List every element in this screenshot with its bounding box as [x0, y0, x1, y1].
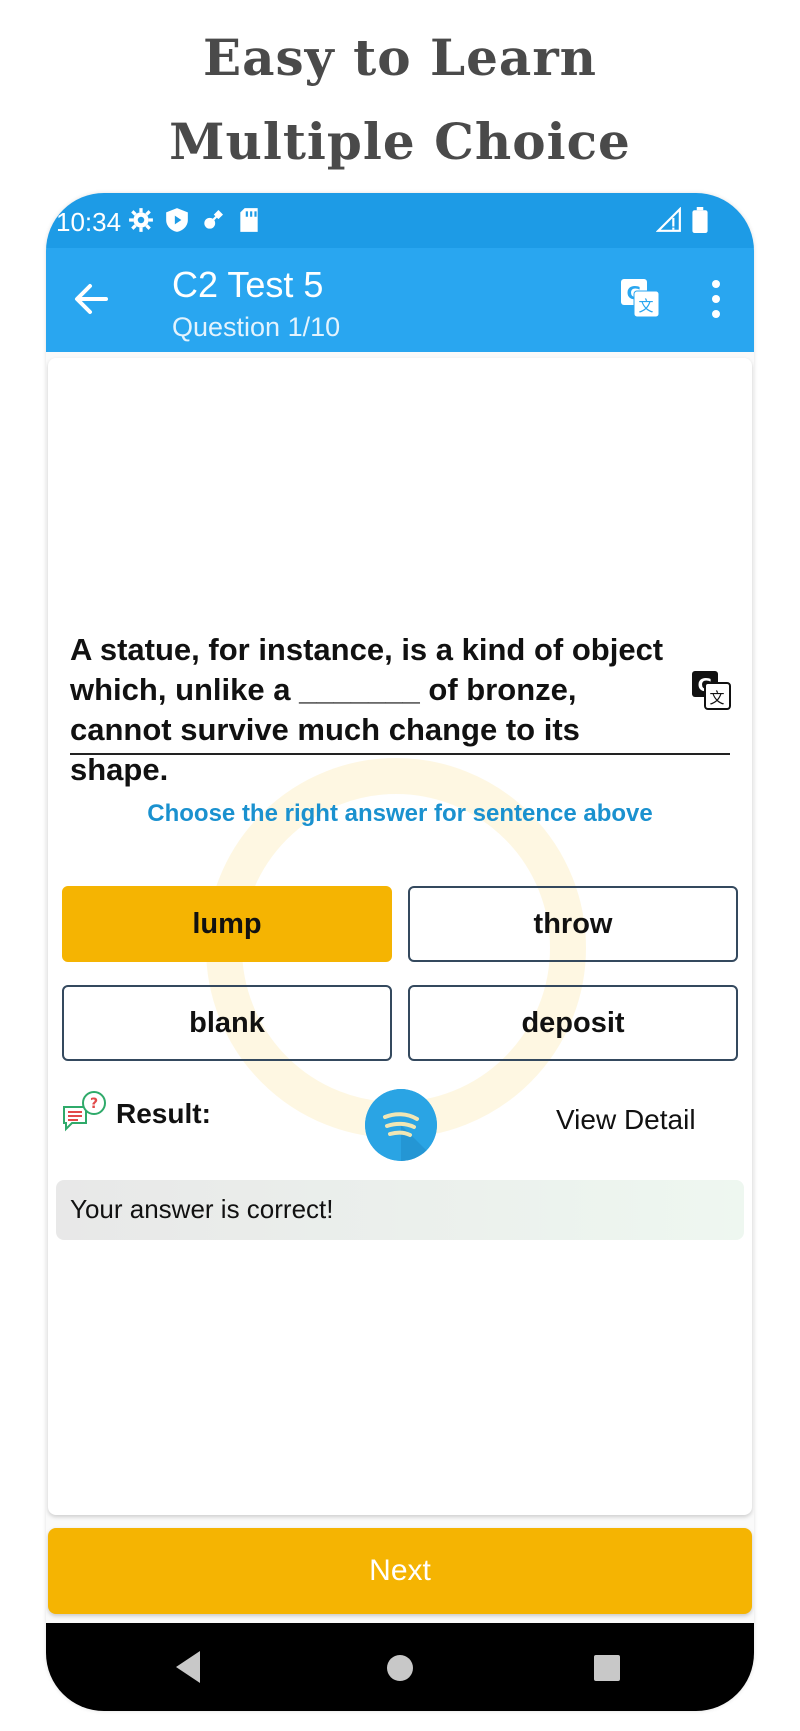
question-divider	[70, 753, 730, 755]
page-subtitle: Question 1/10	[172, 312, 341, 342]
sd-card-icon	[240, 208, 258, 232]
app-bar: C2 Test 5 Question 1/10 G 文	[46, 248, 754, 352]
google-translate-icon[interactable]: G 文	[691, 670, 731, 710]
result-message: Your answer is correct!	[56, 1180, 744, 1240]
answer-option-throw[interactable]: throw	[408, 886, 738, 962]
system-nav-bar	[46, 1623, 754, 1711]
answer-option-lump[interactable]: lump	[62, 886, 392, 962]
question-text: A statue, for instance, is a kind of obj…	[70, 632, 664, 787]
chat-question-icon: ?	[63, 1091, 106, 1132]
nav-back-icon[interactable]	[174, 1649, 202, 1685]
promo-headline-line1: Easy to Learn	[202, 28, 598, 87]
audio-play-icon[interactable]	[365, 1089, 437, 1161]
svg-text:文: 文	[709, 689, 724, 707]
satellite-icon	[204, 209, 224, 229]
promo-headline-line2: Multiple Choice	[169, 112, 631, 171]
page-title: C2 Test 5	[172, 264, 324, 305]
gear-icon	[129, 208, 153, 232]
answer-option-blank[interactable]: blank	[62, 985, 392, 1061]
svg-text:文: 文	[638, 297, 653, 315]
instruction-text: Choose the right answer for sentence abo…	[147, 800, 653, 827]
back-arrow-icon[interactable]	[66, 274, 116, 324]
next-button[interactable]: Next	[48, 1528, 752, 1614]
view-detail-link[interactable]: View Detail	[556, 1104, 696, 1136]
svg-text:?: ?	[90, 1096, 98, 1112]
result-label: Result:	[116, 1098, 211, 1129]
status-bar: 10:34	[46, 193, 754, 248]
nav-recents-icon[interactable]	[594, 1655, 620, 1681]
signal-icon	[656, 207, 681, 232]
nav-home-icon[interactable]	[387, 1655, 413, 1681]
battery-icon	[692, 207, 708, 233]
phone-frame: 10:34 C2 Test 5 Question 1/10 文 A statue…	[46, 193, 754, 1711]
status-time: 10:34	[56, 207, 122, 237]
google-translate-icon[interactable]: G 文	[620, 278, 660, 318]
answer-option-deposit[interactable]: deposit	[408, 985, 738, 1061]
shield-play-icon	[166, 208, 188, 232]
more-options-icon[interactable]	[708, 276, 724, 322]
question-card: A statue, for instance, is a kind of obj…	[48, 358, 752, 1515]
